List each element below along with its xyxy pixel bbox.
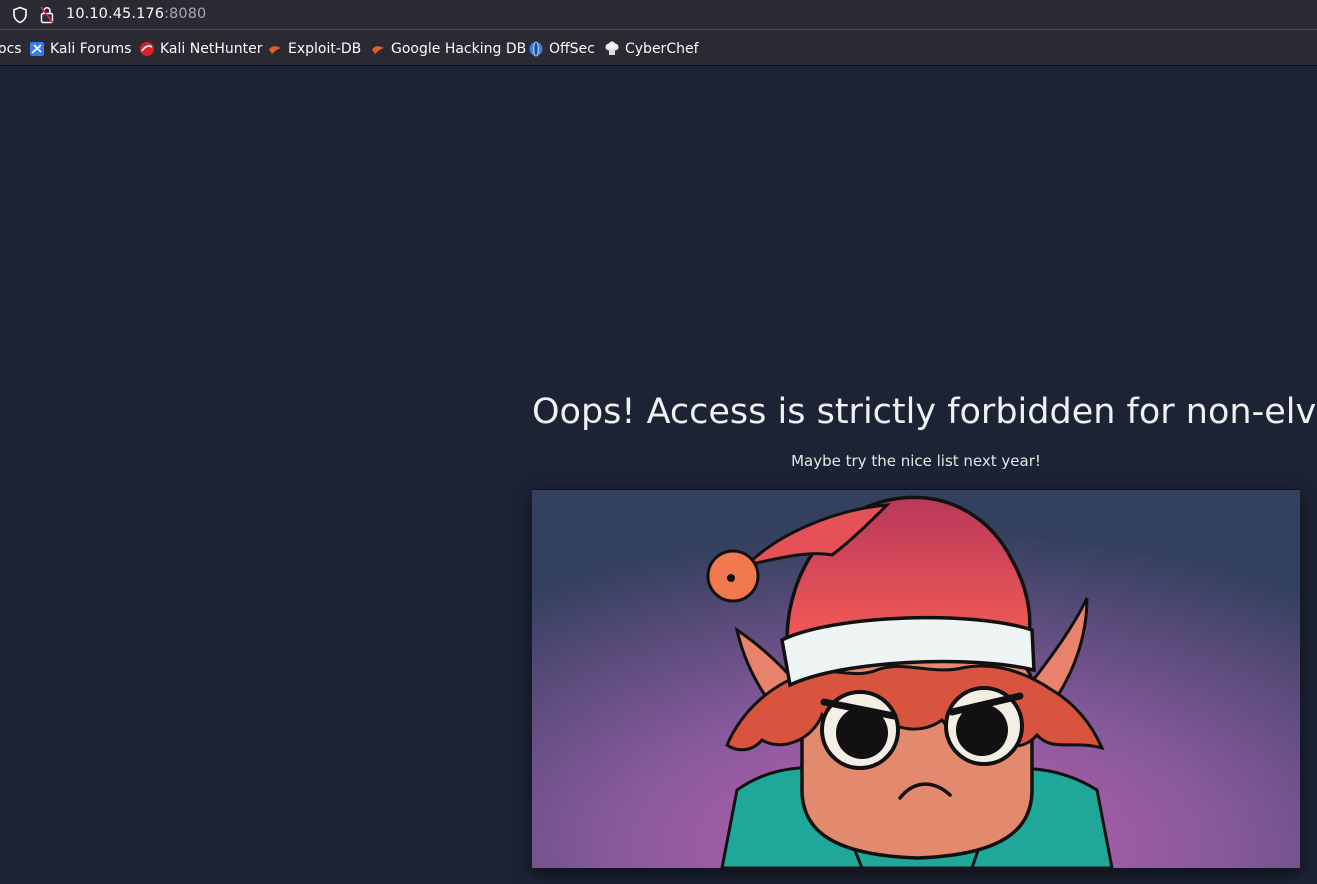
- bookmark-cyberchef[interactable]: CyberChef: [604, 40, 699, 58]
- kali-nethunter-icon: [140, 42, 154, 56]
- bookmark-label: Google Hacking DB: [391, 41, 527, 57]
- insecure-lock-icon[interactable]: [40, 6, 54, 24]
- bookmark-label: Exploit-DB: [288, 41, 362, 57]
- bookmark-kali-nethunter[interactable]: Kali NetHunter: [139, 40, 262, 58]
- bookmark-label: ocs: [0, 41, 22, 57]
- exploit-db-icon: [372, 46, 384, 54]
- url-bar[interactable]: 10.10.45.176:8080: [0, 0, 1317, 30]
- bookmark-label: OffSec: [549, 41, 595, 57]
- offsec-icon: [529, 41, 543, 57]
- bookmark-label: Kali NetHunter: [160, 41, 263, 57]
- url-text[interactable]: 10.10.45.176:8080: [66, 6, 206, 22]
- bookmark-offsec[interactable]: OffSec: [528, 40, 595, 58]
- url-host: 10.10.45.176: [66, 6, 165, 22]
- angry-elf-illustration: [532, 490, 1300, 868]
- page-body: Oops! Access is strictly forbidden for n…: [0, 66, 1317, 884]
- bookmark-docs[interactable]: ocs: [0, 40, 22, 58]
- bookmark-label: CyberChef: [625, 41, 699, 57]
- shield-icon[interactable]: [12, 6, 28, 24]
- bookmark-label: Kali Forums: [50, 41, 132, 57]
- url-port: :8080: [164, 6, 207, 22]
- bookmark-exploit-db[interactable]: Exploit-DB: [267, 40, 361, 58]
- kali-forums-icon: [30, 42, 44, 56]
- angry-elf-image: [532, 489, 1300, 868]
- cyberchef-icon: [605, 41, 619, 55]
- page-title: Oops! Access is strictly forbidden for n…: [532, 392, 1317, 432]
- exploit-db-icon: [269, 46, 281, 54]
- bookmarks-toolbar: ocs Kali Forums Kali NetHunter Exploit-D…: [0, 30, 1317, 66]
- page-subtitle: Maybe try the nice list next year!: [791, 452, 1041, 470]
- browser-toolbar: 10.10.45.176:8080: [0, 0, 1317, 30]
- bookmark-kali-forums[interactable]: Kali Forums: [29, 40, 131, 58]
- bookmark-google-hacking-db[interactable]: Google Hacking DB: [370, 40, 526, 58]
